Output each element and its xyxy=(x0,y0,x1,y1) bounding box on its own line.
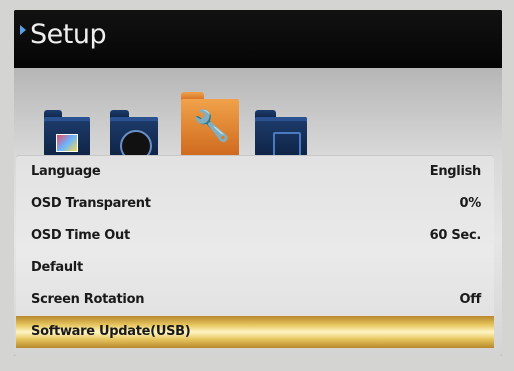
menu-item-value: English xyxy=(429,164,482,179)
menu-item-label: Screen Rotation xyxy=(31,292,145,307)
menu-item-label: OSD Time Out xyxy=(31,228,130,243)
menu-item-language[interactable]: Language English xyxy=(16,156,494,188)
setup-folder-icon[interactable]: 🔧 xyxy=(181,92,239,156)
channel-folder-icon[interactable] xyxy=(255,110,307,158)
menu-item-value: 0% xyxy=(459,196,482,211)
menu-item-screen-rotation[interactable]: Screen Rotation Off xyxy=(16,284,494,316)
picture-folder-icon[interactable] xyxy=(44,110,90,156)
menu-item-osd-time-out[interactable]: OSD Time Out 60 Sec. xyxy=(16,220,494,252)
page-title: Setup xyxy=(30,19,107,50)
menu-item-label: OSD Transparent xyxy=(31,196,151,211)
menu-item-value: 60 Sec. xyxy=(429,228,482,243)
title-arrow-icon xyxy=(20,25,26,35)
menu-item-label: Software Update(USB) xyxy=(31,324,191,339)
menu-item-osd-transparent[interactable]: OSD Transparent 0% xyxy=(16,188,494,220)
menu-item-label: Default xyxy=(31,260,83,275)
title-bar: Setup xyxy=(14,10,502,68)
sound-folder-icon[interactable] xyxy=(110,110,158,162)
category-icons: 🔧 xyxy=(14,68,502,162)
menu-item-label: Language xyxy=(31,164,101,179)
menu-item-software-update[interactable]: Software Update(USB) xyxy=(16,316,494,348)
setup-menu: Language English OSD Transparent 0% OSD … xyxy=(16,156,494,348)
tv-screen: Setup 🔧 Language English OSD Transparent… xyxy=(14,10,502,356)
menu-item-value: Off xyxy=(459,292,482,307)
menu-item-default[interactable]: Default xyxy=(16,252,494,284)
